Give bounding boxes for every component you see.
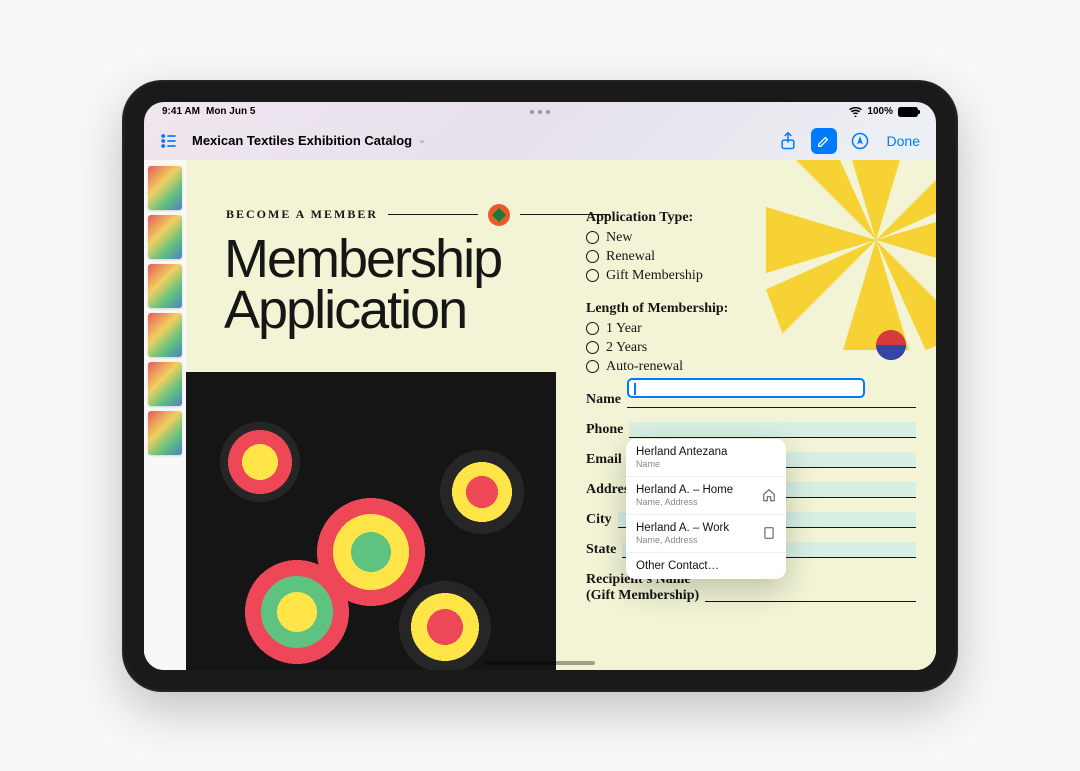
done-button[interactable]: Done [883, 133, 924, 149]
radio-new[interactable]: New [586, 230, 916, 246]
autofill-other-contact[interactable]: Other Contact… [626, 553, 786, 579]
home-indicator[interactable] [485, 661, 595, 665]
multitask-indicator[interactable] [530, 110, 550, 114]
share-icon[interactable] [775, 128, 801, 154]
name-text-input[interactable] [627, 378, 865, 398]
thumbnail[interactable] [148, 264, 182, 308]
radio-auto[interactable]: Auto-renewal [586, 359, 916, 375]
thumbnail[interactable] [148, 411, 182, 455]
page-canvas[interactable]: BECOME A MEMBER Membership Application A… [186, 160, 936, 670]
home-icon [762, 488, 776, 502]
status-bar: 9:41 AM Mon Jun 5 100% [144, 102, 936, 122]
radio-1year[interactable]: 1 Year [586, 321, 916, 337]
autofill-item-work[interactable]: Herland A. – Work Name, Address [626, 515, 786, 553]
thumbnail[interactable] [148, 166, 182, 210]
autofill-item-self[interactable]: Herland Antezana Name [626, 439, 786, 477]
wifi-icon [849, 107, 862, 117]
radio-renewal[interactable]: Renewal [586, 249, 916, 265]
document-title[interactable]: Mexican Textiles Exhibition Catalog ⌄ [192, 133, 426, 148]
chevron-down-icon: ⌄ [418, 135, 426, 146]
ipad-device-frame: 9:41 AM Mon Jun 5 100% Mexican Textiles … [122, 80, 958, 692]
content-area: BECOME A MEMBER Membership Application A… [144, 160, 936, 670]
textile-artwork [186, 372, 556, 670]
markup-button[interactable] [811, 128, 837, 154]
length-heading: Length of Membership: [586, 301, 916, 317]
status-date: Mon Jun 5 [206, 106, 255, 117]
headline: Membership Application [224, 234, 501, 337]
thumbnail[interactable] [148, 362, 182, 406]
radio-gift[interactable]: Gift Membership [586, 268, 916, 284]
search-icon[interactable] [847, 128, 873, 154]
battery-icon [898, 107, 918, 117]
autofill-popover: Herland Antezana Name Herland A. – Home … [626, 439, 786, 579]
thumbnail[interactable] [148, 215, 182, 259]
battery-percent: 100% [867, 106, 893, 117]
page-thumbnails[interactable] [144, 160, 186, 670]
sidebar-toggle-icon[interactable] [156, 128, 182, 154]
thumbnail[interactable] [148, 313, 182, 357]
field-name[interactable]: Name [586, 392, 916, 408]
status-time: 9:41 AM [162, 106, 200, 117]
field-phone[interactable]: Phone [586, 422, 916, 438]
become-member-row: BECOME A MEMBER [226, 204, 610, 226]
app-type-heading: Application Type: [586, 210, 916, 226]
building-icon [762, 526, 776, 540]
toolbar: Mexican Textiles Exhibition Catalog ⌄ Do… [144, 122, 936, 160]
decorative-orb-icon [488, 204, 510, 226]
screen: 9:41 AM Mon Jun 5 100% Mexican Textiles … [144, 102, 936, 670]
radio-2years[interactable]: 2 Years [586, 340, 916, 356]
autofill-item-home[interactable]: Herland A. – Home Name, Address [626, 477, 786, 515]
